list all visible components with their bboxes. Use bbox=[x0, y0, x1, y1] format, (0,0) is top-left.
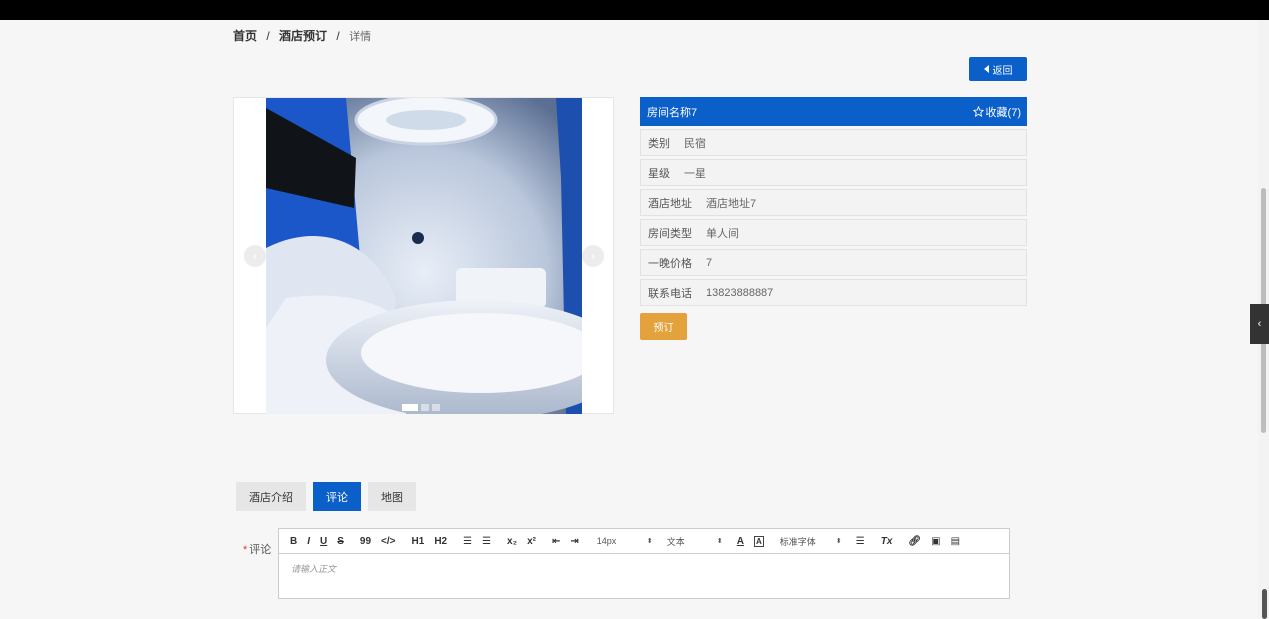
info-value: 7 bbox=[706, 256, 713, 269]
align-icon[interactable]: ☰ bbox=[856, 536, 865, 547]
text-color-button[interactable]: A bbox=[737, 536, 744, 547]
underline-button[interactable]: U bbox=[320, 536, 327, 547]
info-key: 酒店地址 bbox=[648, 197, 692, 210]
info-row-phone: 联系电话 13823888887 bbox=[640, 279, 1027, 306]
tab-comments[interactable]: 评论 bbox=[313, 482, 361, 511]
heading2-button[interactable]: H2 bbox=[434, 536, 447, 547]
required-mark: * bbox=[243, 544, 248, 556]
room-info-header: 房间名称7 收藏(7) bbox=[640, 97, 1027, 126]
info-row-star: 星级 一星 bbox=[640, 159, 1027, 186]
room-info-panel: 房间名称7 收藏(7) 类别 民宿 星级 一星 酒店地址 酒店地址7 房间类型 … bbox=[640, 97, 1027, 306]
book-button[interactable]: 预订 bbox=[640, 313, 687, 340]
image-icon[interactable]: ▣ bbox=[931, 536, 940, 547]
info-value: 13823888887 bbox=[706, 286, 774, 299]
room-photo bbox=[266, 98, 582, 414]
strike-button[interactable]: S bbox=[337, 536, 344, 547]
info-value: 单人间 bbox=[706, 227, 739, 240]
info-key: 联系电话 bbox=[648, 287, 692, 300]
back-button-label: 返回 bbox=[992, 65, 1013, 77]
format-select[interactable]: 文本 ⬍ bbox=[667, 535, 723, 548]
font-family-select[interactable]: 标准字体 ⬍ bbox=[780, 535, 842, 548]
info-row-category: 类别 民宿 bbox=[640, 129, 1027, 156]
room-title: 房间名称7 bbox=[647, 106, 698, 119]
info-row-room-type: 房间类型 单人间 bbox=[640, 219, 1027, 246]
comment-label-text: 评论 bbox=[249, 544, 272, 556]
bullet-list-icon[interactable]: ☰ bbox=[482, 536, 491, 547]
comment-field-label: * 评论 bbox=[243, 541, 271, 557]
code-block-button[interactable]: </> bbox=[381, 536, 395, 547]
select-arrows-icon: ⬍ bbox=[646, 538, 653, 545]
info-key: 类别 bbox=[648, 137, 670, 150]
breadcrumb-home[interactable]: 首页 bbox=[233, 29, 257, 43]
gallery-dot[interactable] bbox=[421, 404, 429, 411]
clear-format-button[interactable]: Tx bbox=[881, 536, 893, 547]
info-key: 房间类型 bbox=[648, 227, 692, 240]
caret-left-icon bbox=[983, 65, 989, 73]
font-family-value: 标准字体 bbox=[779, 536, 816, 547]
gallery-indicators bbox=[402, 404, 440, 411]
breadcrumb-separator: / bbox=[336, 29, 340, 43]
room-gallery: ‹ › bbox=[233, 97, 614, 414]
comment-editor-body[interactable]: 请输入正文 bbox=[278, 554, 1010, 599]
superscript-button[interactable]: x² bbox=[527, 536, 536, 547]
blockquote-button[interactable]: 99 bbox=[360, 536, 371, 547]
info-key: 星级 bbox=[648, 167, 670, 180]
info-row-address: 酒店地址 酒店地址7 bbox=[640, 189, 1027, 216]
subscript-button[interactable]: x₂ bbox=[507, 536, 517, 547]
favorite-label: 收藏(7) bbox=[985, 106, 1021, 119]
font-size-value: 14px bbox=[596, 536, 617, 546]
breadcrumb-section[interactable]: 酒店预订 bbox=[279, 29, 327, 43]
detail-tabs: 酒店介绍 评论 地图 bbox=[236, 482, 416, 511]
breadcrumb-current: 详情 bbox=[349, 31, 372, 43]
gallery-next-button[interactable]: › bbox=[582, 245, 604, 267]
breadcrumb: 首页 / 酒店预订 / 详情 bbox=[233, 27, 371, 44]
back-button[interactable]: 返回 bbox=[969, 57, 1027, 81]
italic-button[interactable]: I bbox=[307, 536, 310, 547]
side-panel-toggle[interactable]: ‹ bbox=[1250, 304, 1269, 344]
info-value: 民宿 bbox=[684, 137, 706, 150]
tab-map[interactable]: 地图 bbox=[368, 482, 416, 511]
editor-toolbar: B I U S 99 </> H1 H2 ☰ ☰ x₂ x² ⇤ ⇥ 14px ⬍… bbox=[278, 528, 1010, 554]
tab-hotel-intro[interactable]: 酒店介绍 bbox=[236, 482, 306, 511]
breadcrumb-separator: / bbox=[266, 29, 270, 43]
video-icon[interactable]: ▤ bbox=[951, 536, 960, 547]
favorite-button[interactable]: 收藏(7) bbox=[972, 104, 1021, 120]
inner-scrollbar-thumb[interactable] bbox=[1262, 589, 1267, 619]
select-arrows-icon: ⬍ bbox=[835, 538, 842, 545]
info-value: 一星 bbox=[684, 167, 706, 180]
outdent-icon[interactable]: ⇤ bbox=[552, 536, 560, 547]
gallery-prev-button[interactable]: ‹ bbox=[244, 245, 266, 267]
background-color-button[interactable]: A bbox=[753, 535, 764, 547]
format-value: 文本 bbox=[666, 536, 685, 547]
heading1-button[interactable]: H1 bbox=[412, 536, 425, 547]
select-arrows-icon: ⬍ bbox=[716, 538, 723, 545]
info-value: 酒店地址7 bbox=[706, 197, 757, 210]
indent-icon[interactable]: ⇥ bbox=[570, 536, 578, 547]
gallery-dot[interactable] bbox=[432, 404, 440, 411]
bold-button[interactable]: B bbox=[290, 536, 297, 547]
info-row-price: 一晚价格 7 bbox=[640, 249, 1027, 276]
info-key: 一晚价格 bbox=[648, 257, 692, 270]
font-size-select[interactable]: 14px ⬍ bbox=[597, 536, 653, 546]
link-icon[interactable]: 🔗︎ bbox=[908, 536, 921, 547]
gallery-dot[interactable] bbox=[402, 404, 418, 411]
window-top-bar bbox=[0, 0, 1269, 20]
star-icon bbox=[972, 106, 984, 117]
ordered-list-icon[interactable]: ☰ bbox=[463, 536, 472, 547]
